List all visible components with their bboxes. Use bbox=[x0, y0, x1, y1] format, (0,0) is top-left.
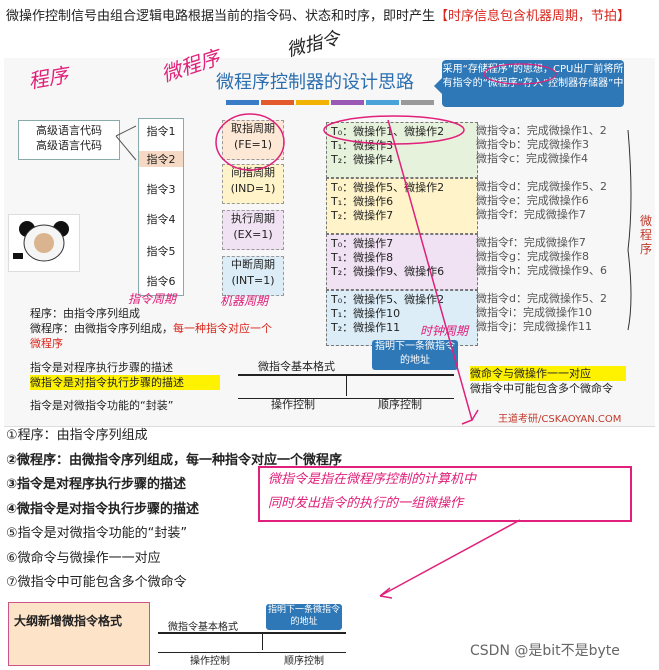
list-item: ⑤指令是对微指令功能的“封装” bbox=[6, 526, 188, 541]
bottom-ops-label: 操作控制 bbox=[190, 656, 230, 667]
list-item: ①程序：由指令序列组成 bbox=[6, 428, 148, 443]
watermark: CSDN @是bit不是byte bbox=[470, 643, 620, 659]
hw-box-line: 同时发出指令的执行的一组微操作 bbox=[268, 496, 464, 511]
bottom-format-divider bbox=[262, 632, 263, 650]
hw-box-line: 微指令是指在微程序控制的计算机中 bbox=[268, 472, 477, 487]
list-item: ⑦微指令中可能包含多个微命令 bbox=[6, 575, 187, 590]
bottom-format-title: 微指令基本格式 bbox=[168, 622, 238, 633]
bottom-format-bar bbox=[158, 632, 346, 653]
bottom-seq-label: 顺序控制 bbox=[284, 656, 324, 667]
syllabus-title: 大纲新增微指令格式 bbox=[14, 614, 123, 628]
list-item: ⑥微命令与微操作一一对应 bbox=[6, 550, 161, 566]
hw-definition-box: 微指令是指在微程序控制的计算机中 同时发出指令的执行的一组微操作 bbox=[258, 466, 632, 522]
bottom-next-address-callout: 指明下一条微指令的地址 bbox=[266, 604, 342, 630]
